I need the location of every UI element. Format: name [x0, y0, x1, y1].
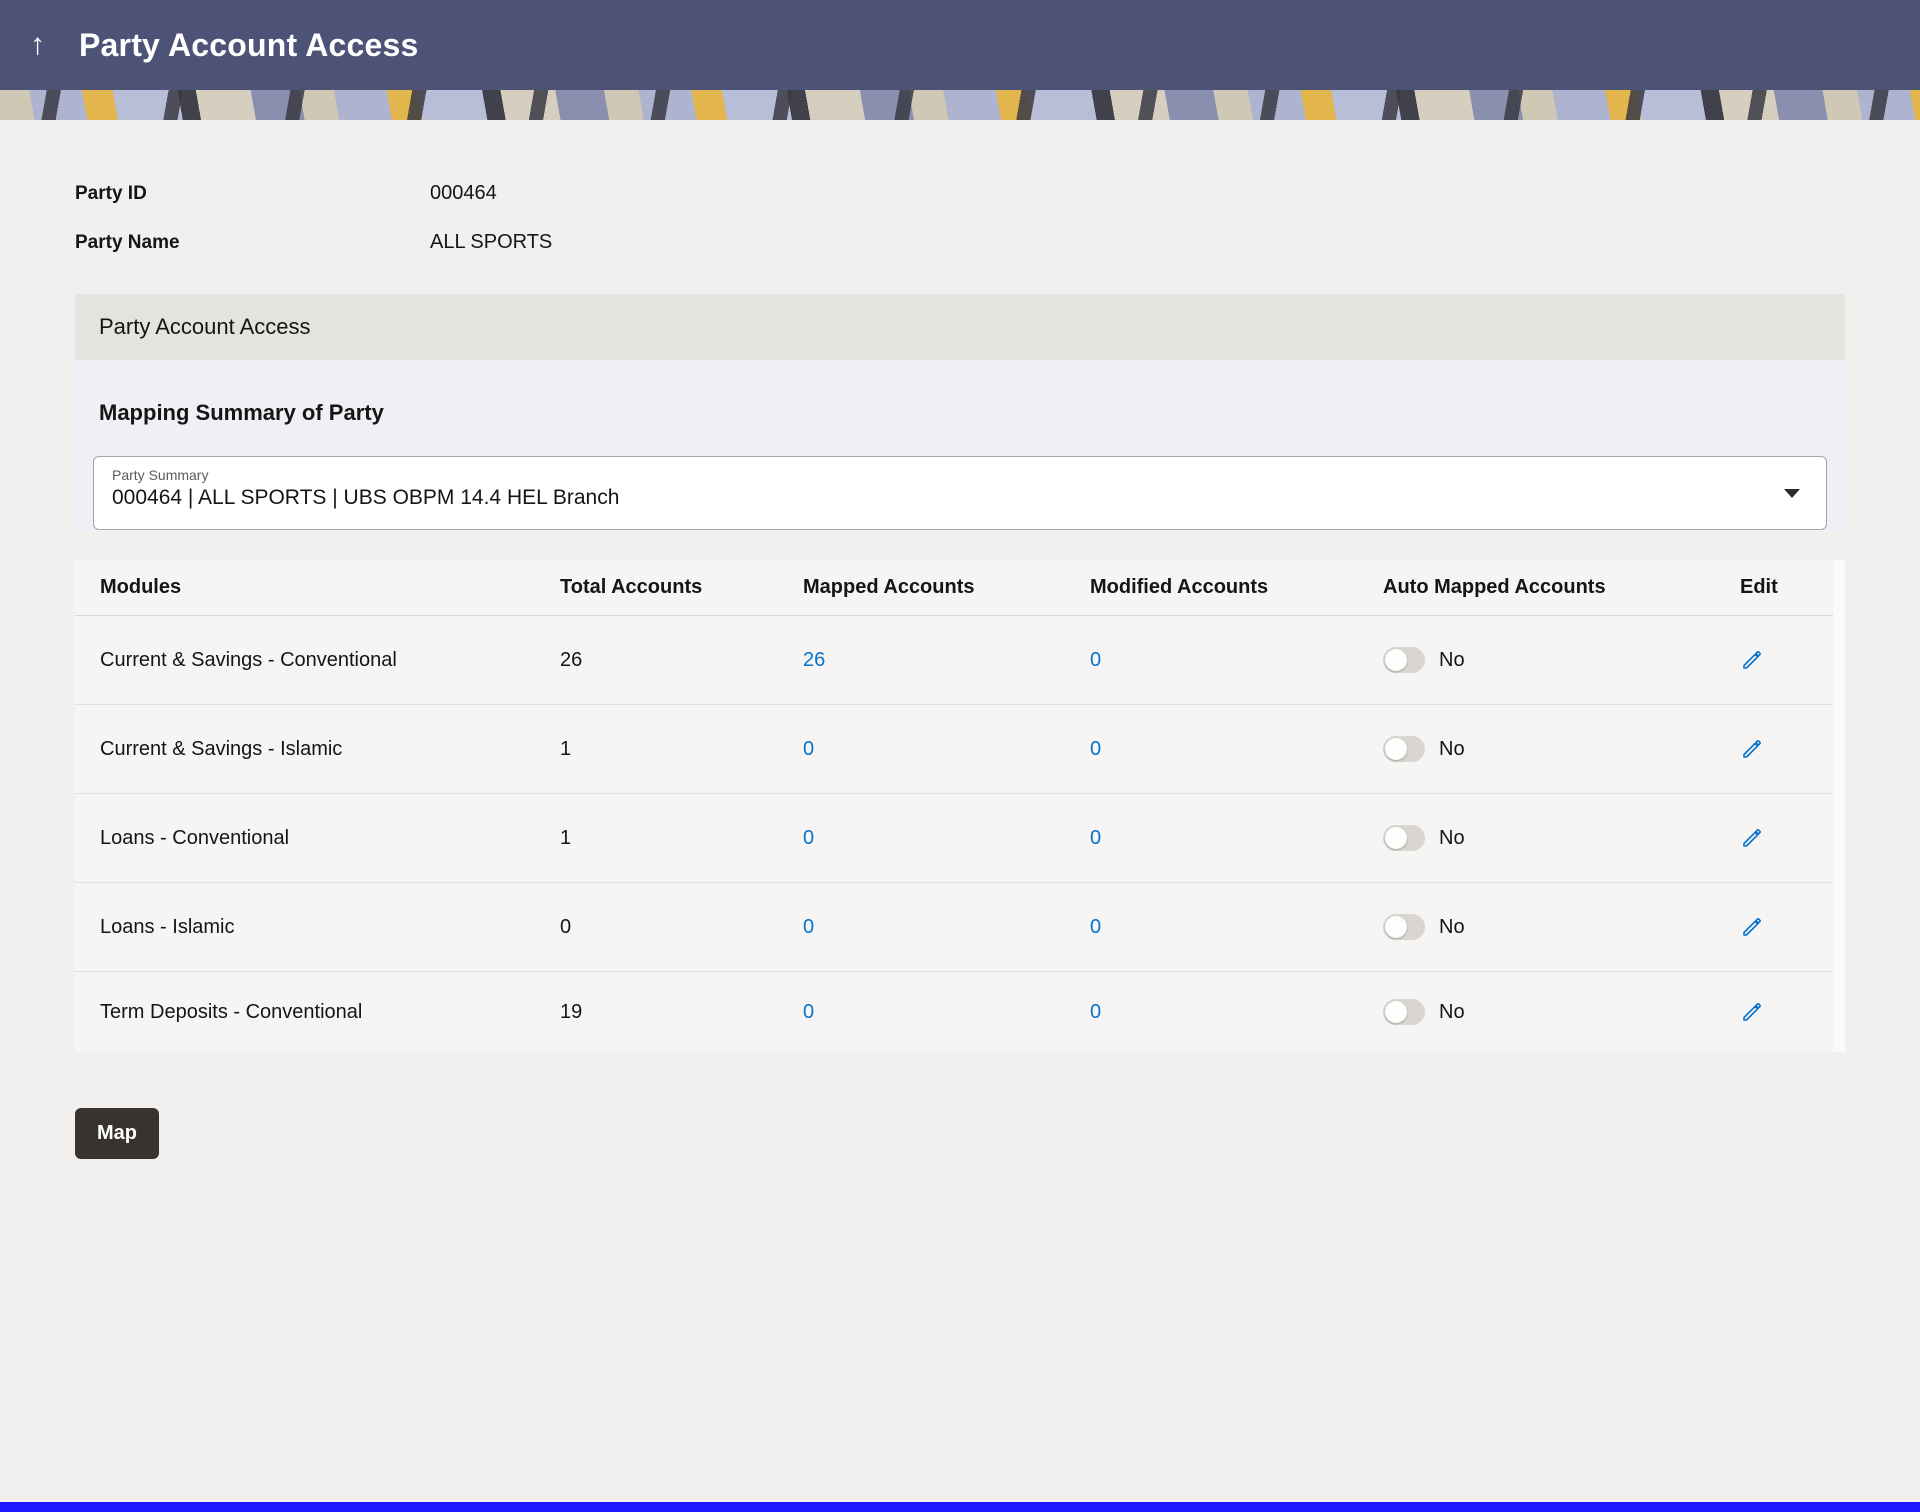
party-account-access-panel: Party Account Access Mapping Summary of … [75, 294, 1845, 532]
party-summary-select-label: Party Summary [112, 467, 209, 483]
toggle-knob [1385, 827, 1407, 849]
table-row: Term Deposits - Conventional 19 0 0 No [75, 972, 1833, 1052]
bottom-bar [0, 1502, 1920, 1512]
toggle-knob [1385, 649, 1407, 671]
party-summary-select[interactable]: Party Summary 000464 | ALL SPORTS | UBS … [93, 456, 1827, 530]
mapping-summary-section: Mapping Summary of Party Party Summary 0… [75, 360, 1845, 532]
auto-mapped-toggle[interactable] [1383, 647, 1425, 673]
col-header-edit: Edit [1740, 576, 1778, 598]
module-name: Current & Savings - Islamic [100, 737, 343, 760]
mapped-accounts-link[interactable]: 0 [803, 916, 814, 938]
table-row: Loans - Islamic 0 0 0 No [75, 883, 1833, 972]
mapped-accounts-link[interactable]: 26 [803, 649, 825, 671]
auto-mapped-toggle[interactable] [1383, 736, 1425, 762]
modified-accounts-link[interactable]: 0 [1090, 827, 1101, 849]
toggle-knob [1385, 738, 1407, 760]
auto-mapped-state-label: No [1439, 648, 1465, 671]
auto-mapped-state-label: No [1439, 915, 1465, 938]
mapped-accounts-link[interactable]: 0 [803, 827, 814, 849]
col-header-total-accounts: Total Accounts [560, 576, 703, 598]
auto-mapped-state-label: No [1439, 826, 1465, 849]
decorative-banner [0, 90, 1920, 120]
total-accounts-value: 26 [560, 648, 583, 671]
party-id-row: Party ID 000464 [75, 182, 1845, 205]
panel-header: Party Account Access [75, 294, 1845, 360]
party-info: Party ID 000464 Party Name ALL SPORTS [75, 182, 1845, 254]
auto-mapped-state-label: No [1439, 1000, 1465, 1023]
back-arrow-icon[interactable]: ↑ [30, 30, 45, 60]
edit-pencil-icon[interactable] [1740, 915, 1764, 939]
modified-accounts-link[interactable]: 0 [1090, 1001, 1101, 1023]
map-button[interactable]: Map [75, 1108, 159, 1159]
edit-pencil-icon[interactable] [1740, 826, 1764, 850]
toggle-knob [1385, 916, 1407, 938]
party-name-value: ALL SPORTS [430, 231, 553, 253]
modified-accounts-link[interactable]: 0 [1090, 649, 1101, 671]
col-header-modified-accounts: Modified Accounts [1090, 576, 1269, 598]
module-name: Loans - Islamic [100, 915, 235, 938]
total-accounts-value: 1 [560, 826, 572, 849]
edit-pencil-icon[interactable] [1740, 1000, 1764, 1024]
table-row: Current & Savings - Conventional 26 26 0… [75, 616, 1833, 705]
col-header-auto-mapped-accounts: Auto Mapped Accounts [1383, 576, 1606, 598]
col-header-mapped-accounts: Mapped Accounts [803, 576, 975, 598]
auto-mapped-toggle[interactable] [1383, 999, 1425, 1025]
party-name-row: Party Name ALL SPORTS [75, 231, 1845, 254]
edit-pencil-icon[interactable] [1740, 737, 1764, 761]
app-header: ↑ Party Account Access [0, 0, 1920, 90]
toggle-knob [1385, 1001, 1407, 1023]
total-accounts-value: 19 [560, 1000, 583, 1023]
modified-accounts-link[interactable]: 0 [1090, 738, 1101, 760]
module-name: Term Deposits - Conventional [100, 1000, 363, 1023]
main-content: Party ID 000464 Party Name ALL SPORTS Pa… [0, 120, 1920, 1502]
page-title: Party Account Access [79, 26, 419, 63]
modules-table: Modules Total Accounts Mapped Accounts M… [75, 560, 1845, 1052]
panel-title: Party Account Access [99, 314, 311, 339]
table-row: Loans - Conventional 1 0 0 No [75, 794, 1833, 883]
auto-mapped-toggle[interactable] [1383, 914, 1425, 940]
mapped-accounts-link[interactable]: 0 [803, 1001, 814, 1023]
party-id-label: Party ID [75, 183, 147, 204]
party-id-value: 000464 [430, 182, 497, 204]
edit-pencil-icon[interactable] [1740, 648, 1764, 672]
party-summary-select-value: 000464 | ALL SPORTS | UBS OBPM 14.4 HEL … [112, 486, 620, 509]
table-scrollbar[interactable] [1833, 560, 1845, 1052]
table-header-row: Modules Total Accounts Mapped Accounts M… [75, 560, 1833, 616]
chevron-down-icon [1784, 489, 1800, 498]
module-name: Current & Savings - Conventional [100, 648, 397, 671]
total-accounts-value: 0 [560, 915, 572, 938]
total-accounts-value: 1 [560, 737, 572, 760]
module-name: Loans - Conventional [100, 826, 290, 849]
col-header-modules: Modules [100, 576, 182, 598]
mapping-summary-title: Mapping Summary of Party [99, 400, 384, 425]
auto-mapped-toggle[interactable] [1383, 825, 1425, 851]
party-name-label: Party Name [75, 232, 180, 253]
page: ↑ Party Account Access Party ID 000464 P… [0, 0, 1920, 1512]
table-row: Current & Savings - Islamic 1 0 0 No [75, 705, 1833, 794]
mapped-accounts-link[interactable]: 0 [803, 738, 814, 760]
modified-accounts-link[interactable]: 0 [1090, 916, 1101, 938]
auto-mapped-state-label: No [1439, 737, 1465, 760]
